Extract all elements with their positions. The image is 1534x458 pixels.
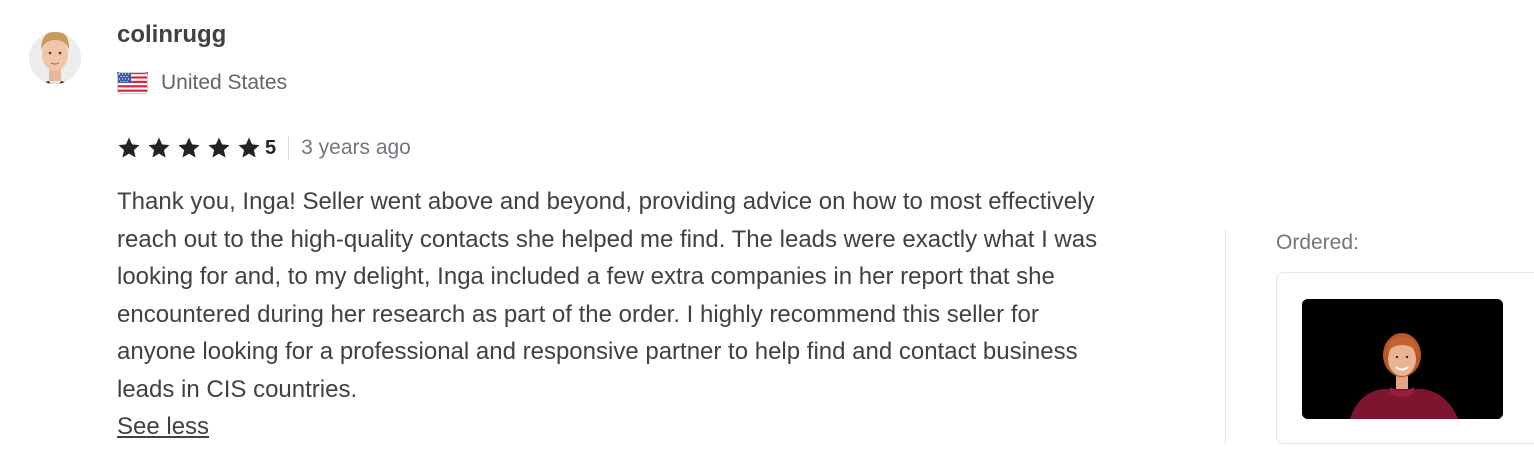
star-icon bbox=[118, 137, 140, 158]
reviewer-avatar[interactable] bbox=[29, 20, 81, 98]
section-divider bbox=[1225, 229, 1226, 444]
star-rating bbox=[117, 136, 267, 160]
star-icon bbox=[178, 137, 200, 158]
rating-divider bbox=[288, 136, 290, 160]
reviewer-country-row: United States bbox=[117, 70, 287, 96]
gig-thumbnail-graphic bbox=[1302, 299, 1503, 419]
ordered-label: Ordered: bbox=[1276, 231, 1359, 254]
rating-value: 5 bbox=[265, 136, 277, 159]
star-icon bbox=[238, 137, 260, 158]
reviewer-country: United States bbox=[161, 71, 288, 94]
reviewer-username[interactable]: colinrugg bbox=[117, 20, 226, 50]
us-flag-icon bbox=[117, 72, 148, 94]
star-icon bbox=[208, 137, 230, 158]
gig-thumbnail-image[interactable] bbox=[1302, 299, 1503, 419]
avatar-image bbox=[29, 32, 81, 84]
review-time-ago: 3 years ago bbox=[301, 136, 411, 159]
review-rating-row: 5 3 years ago bbox=[117, 134, 411, 162]
see-less-link[interactable]: See less bbox=[117, 408, 209, 445]
review-text: Thank you, Inga! Seller went above and b… bbox=[117, 188, 1098, 403]
star-icon bbox=[148, 137, 170, 158]
